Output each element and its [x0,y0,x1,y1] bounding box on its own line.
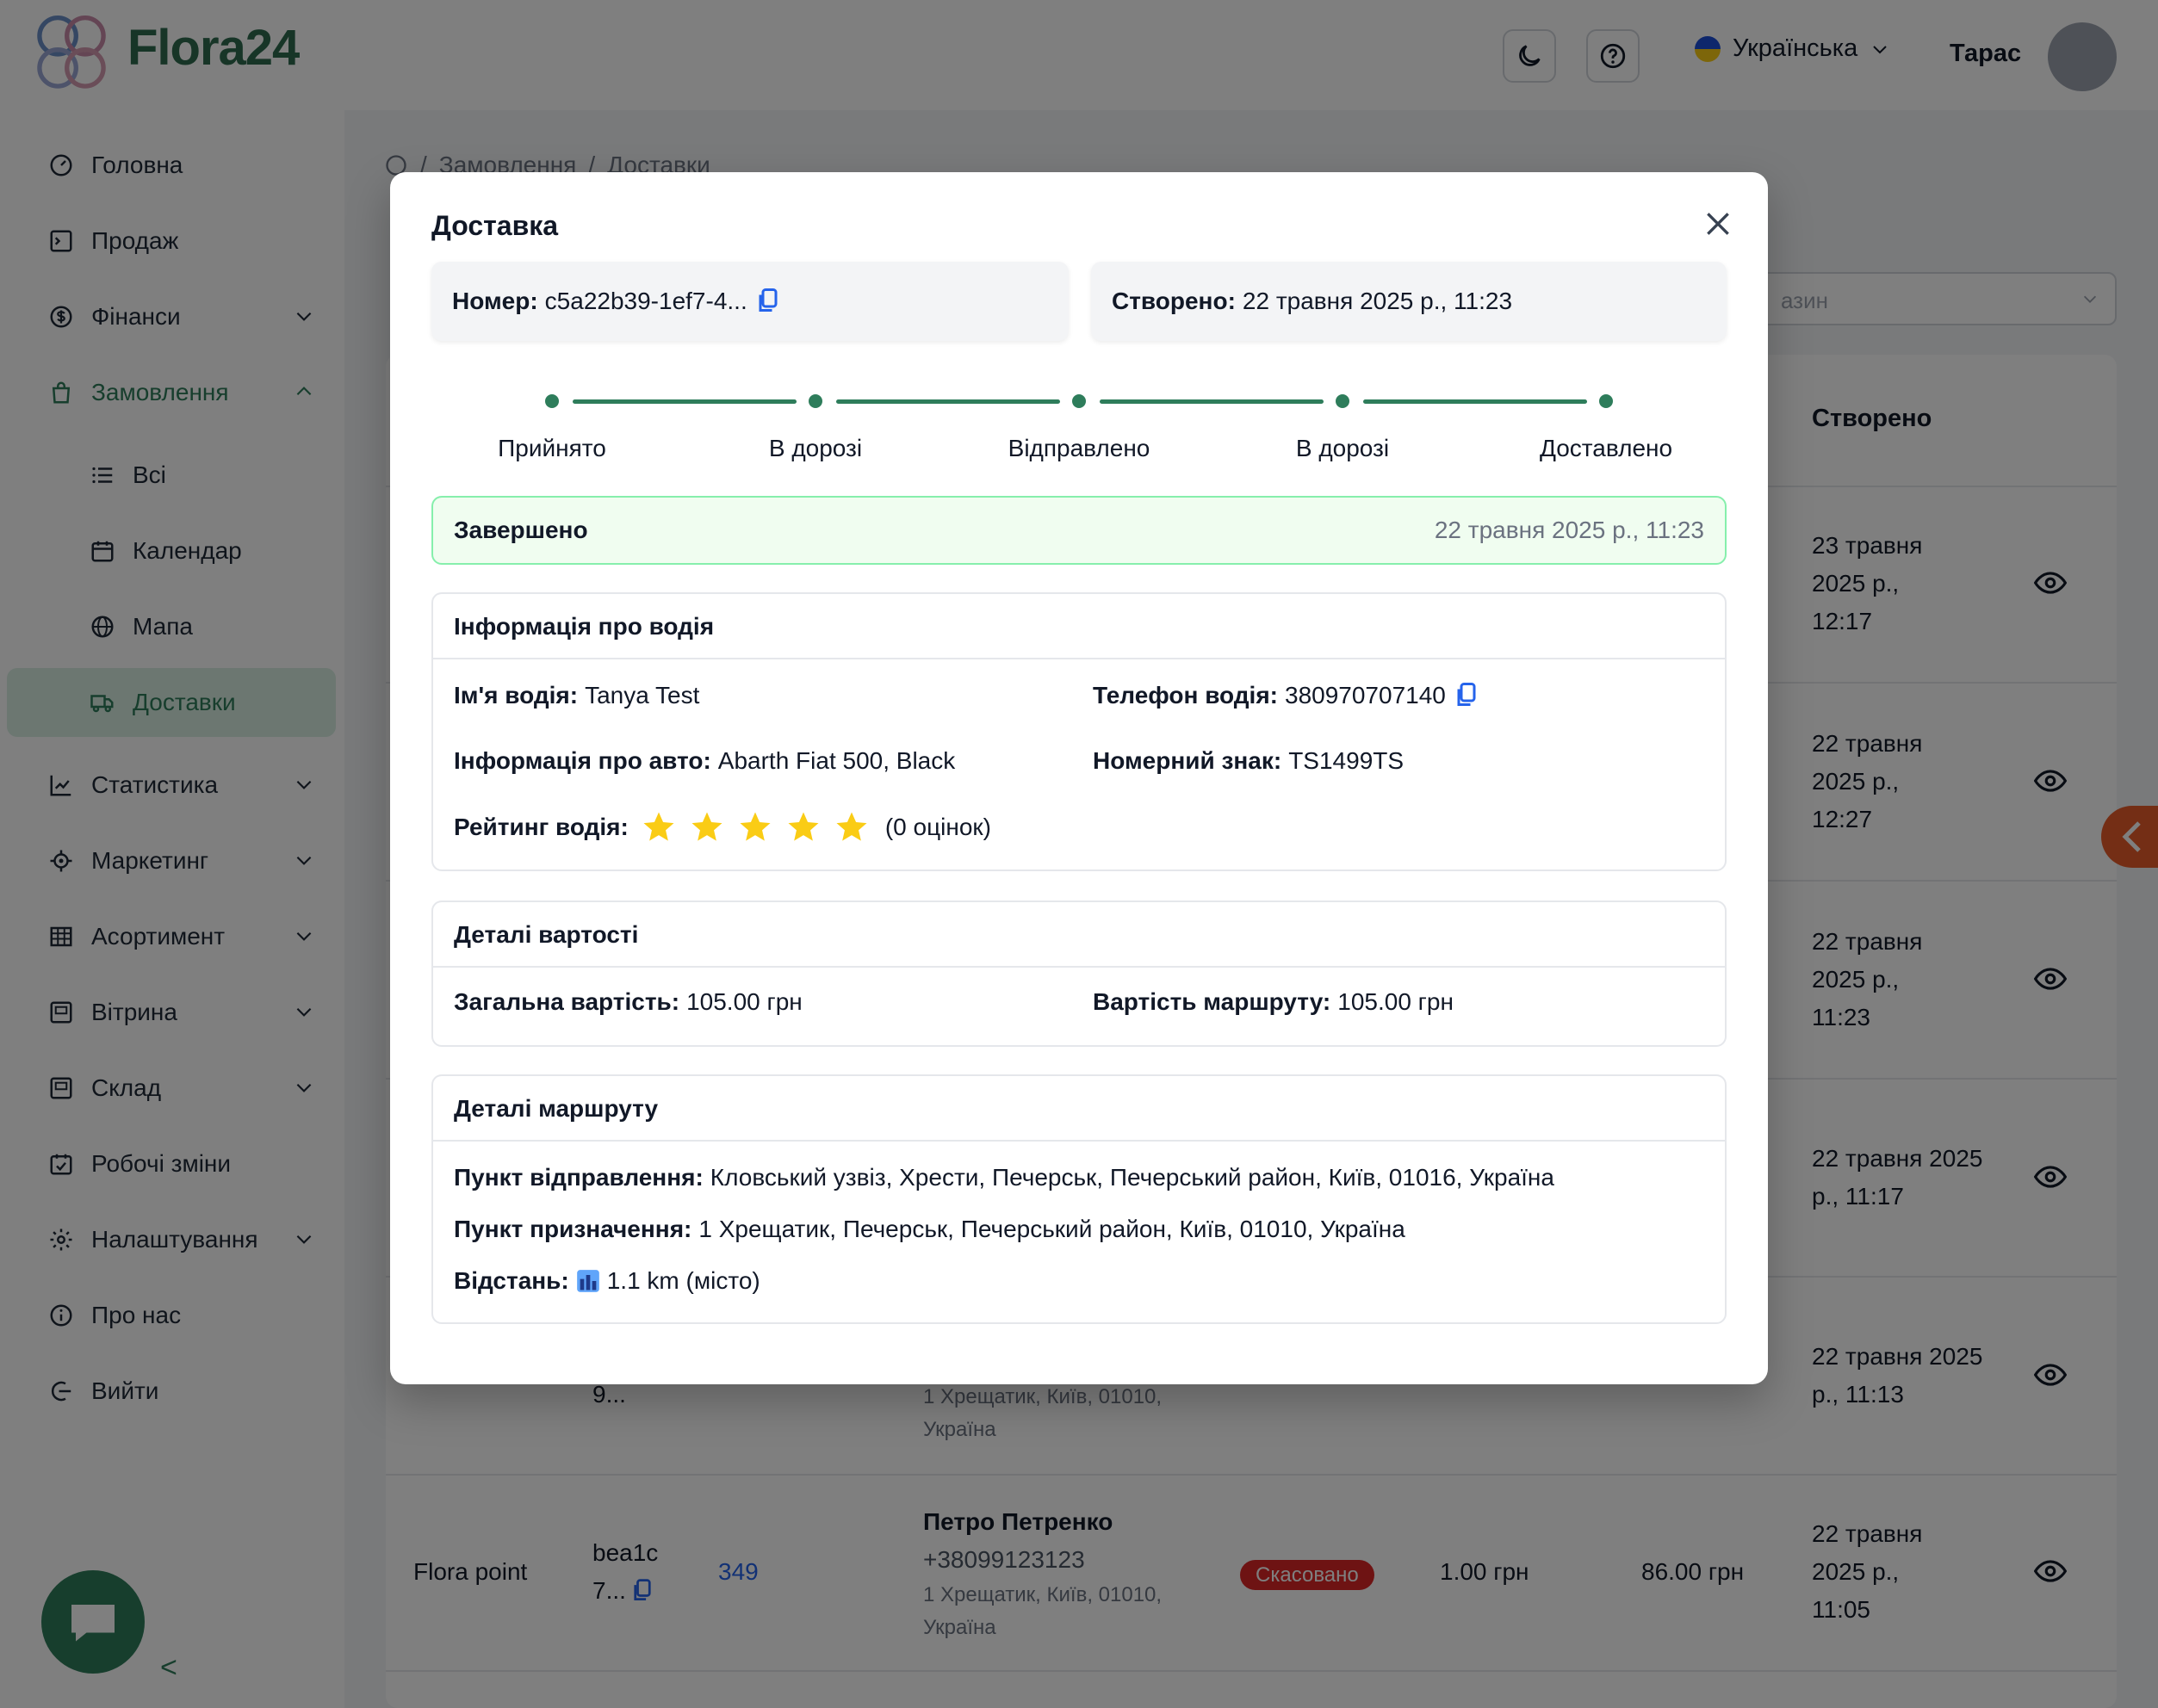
driver-name-value: Tanya Test [585,682,700,709]
step-label-in-transit: В дорозі [768,435,863,461]
distance-value: 1.1 km (місто) [606,1267,760,1294]
rating-count: (0 оцінок) [884,814,991,840]
step-connector [836,399,1060,404]
created-value: 22 травня 2025 р., 11:23 [1242,288,1513,314]
delivery-number-card: Номер: c5a22b39-1ef7-4... [431,262,1069,341]
total-cost-label: Загальна вартість: [454,988,680,1015]
step-connector [1363,399,1587,404]
origin-label: Пункт відправлення: [454,1164,704,1191]
step-dot [1072,394,1086,408]
driver-rating-field: Рейтинг водія: (0 оцінок) [454,809,991,845]
origin-field: Пункт відправлення: Кловський узвіз, Хре… [454,1164,1554,1191]
route-cost-value: 105.00 грн [1337,988,1454,1015]
route-details-section: Деталі маршруту Пункт відправлення: Клов… [431,1074,1727,1324]
total-cost-field: Загальна вартість: 105.00 грн [454,988,803,1016]
plate-field: Номерний знак: TS1499TS [1093,747,1404,775]
destination-value: 1 Хрещатик, Печерськ, Печерський район, … [698,1216,1405,1242]
driver-phone-label: Телефон водія: [1093,682,1278,709]
star-icon [788,812,819,841]
distance-label: Відстань: [454,1267,569,1294]
step-connector [573,399,797,404]
star-icon [643,812,674,841]
driver-phone-value: 380970707140 [1285,682,1446,709]
step-dot [1336,394,1349,408]
distance-field: Відстань: 1.1 km (місто) [454,1267,760,1295]
created-label: Створено: [1112,288,1236,314]
modal-title: Доставка [431,210,559,241]
number-value: c5a22b39-1ef7-4... [544,288,747,314]
copy-icon[interactable] [1456,683,1477,709]
created-card: Створено: 22 травня 2025 р., 11:23 [1091,262,1727,341]
origin-value: Кловський узвіз, Хрести, Печерськ, Печер… [710,1164,1554,1191]
section-title: Інформація про водія [454,613,715,640]
section-title: Деталі вартості [454,921,639,948]
step-dot [545,394,559,408]
destination-field: Пункт призначення: 1 Хрещатик, Печерськ,… [454,1216,1405,1243]
copy-icon[interactable] [758,288,778,314]
driver-rating-label: Рейтинг водія: [454,814,629,840]
section-title: Деталі маршруту [454,1095,659,1122]
status-date: 22 травня 2025 р., 11:23 [1434,517,1704,543]
route-cost-label: Вартість маршруту: [1093,988,1331,1015]
step-label-accepted: Прийнято [498,435,606,461]
total-cost-value: 105.00 грн [686,988,803,1015]
car-info-field: Інформація про авто: Abarth Fiat 500, Bl… [454,747,955,775]
destination-label: Пункт призначення: [454,1216,692,1242]
section-header: Інформація про водія [433,594,1725,659]
step-dot [809,394,822,408]
step-dot [1599,394,1613,408]
plate-value: TS1499TS [1288,747,1405,774]
driver-name-label: Ім'я водія: [454,682,579,709]
car-info-label: Інформація про авто: [454,747,711,774]
driver-info-section: Інформація про водія Ім'я водія: Tanya T… [431,592,1727,871]
star-icon [691,812,722,841]
star-icon [836,812,867,841]
step-label-in-transit-2: В дорозі [1295,435,1390,461]
cityscape-icon [576,1270,599,1292]
cost-details-section: Деталі вартості Загальна вартість: 105.0… [431,900,1727,1047]
status-banner: Завершено 22 травня 2025 р., 11:23 [431,496,1727,565]
driver-phone-field: Телефон водія: 380970707140 [1093,682,1477,709]
status-label: Завершено [454,517,588,543]
step-label-delivered: Доставлено [1539,435,1673,461]
section-header: Деталі вартості [433,902,1725,968]
car-info-value: Abarth Fiat 500, Black [717,747,956,774]
section-header: Деталі маршруту [433,1076,1725,1142]
driver-name-field: Ім'я водія: Tanya Test [454,682,699,709]
plate-label: Номерний знак: [1093,747,1282,774]
number-label: Номер: [452,288,538,314]
step-connector [1100,399,1324,404]
step-label-sent: Відправлено [1008,435,1150,461]
delivery-modal: Доставка Номер: c5a22b39-1ef7-4... Створ… [390,172,1768,1384]
route-cost-field: Вартість маршруту: 105.00 грн [1093,988,1454,1016]
star-icon [740,812,771,841]
close-icon[interactable] [1701,207,1735,241]
